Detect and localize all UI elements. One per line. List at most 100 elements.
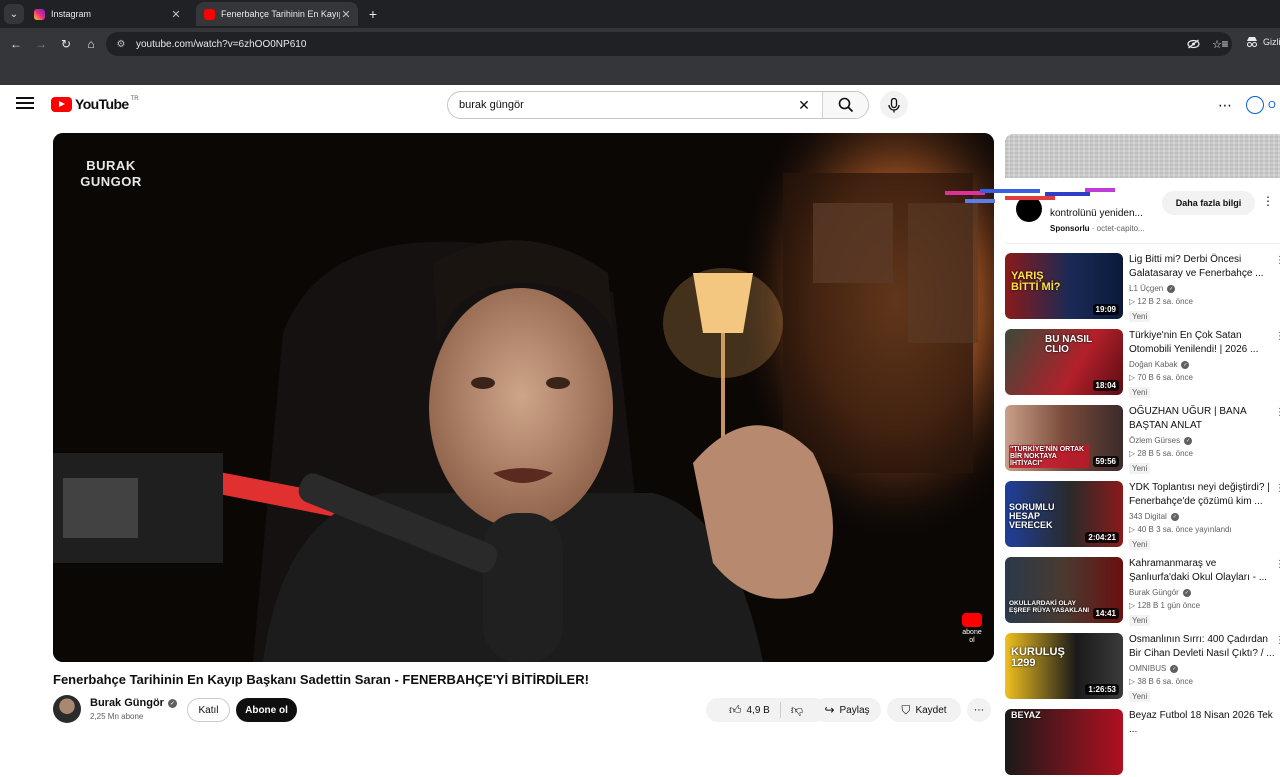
ad-banner-image[interactable] bbox=[1005, 134, 1280, 178]
search-button[interactable] bbox=[822, 92, 868, 118]
video-info: Kahramanmaraş ve Şanlıurfa'daki Okul Ola… bbox=[1129, 557, 1275, 628]
browser-toolbar: ← → ↻ ⌂ ⚙ youtube.com/watch?v=6zhOO0NP61… bbox=[0, 28, 1280, 60]
like-dislike-group: 👍︎ 4,9 B 👎︎ bbox=[706, 698, 826, 722]
video-thumbnail[interactable]: KURULUŞ 1299 1:26:53 bbox=[1005, 633, 1123, 699]
save-button[interactable]: ⛉ Kaydet bbox=[887, 698, 961, 722]
new-badge: Yeni bbox=[1129, 691, 1151, 702]
verified-check-icon: ✓ bbox=[1170, 664, 1179, 673]
video-title[interactable]: Lig Bitti mi? Derbi Öncesi Galatasaray v… bbox=[1129, 253, 1275, 281]
thumbnail-text: "TÜRKİYE'NİN ORTAK BİR NOKTAYA İHTİYACI" bbox=[1009, 445, 1089, 468]
video-player[interactable]: BURAK GUNGOR abone ol bbox=[53, 133, 994, 662]
channel-name[interactable]: L1 Üçgen bbox=[1129, 284, 1163, 293]
video-title[interactable]: Türkiye'nin En Çok Satan Otomobili Yenil… bbox=[1129, 329, 1275, 357]
video-thumbnail[interactable]: BU NASIL CLIO 18:04 bbox=[1005, 329, 1123, 395]
video-title[interactable]: YDK Toplantısı neyi değiştirdi? | Fenerb… bbox=[1129, 481, 1275, 509]
recommendation-item[interactable]: OKULLARDAKİ OLAY EŞREF RÜYA YASAKLANI 14… bbox=[1005, 557, 1280, 628]
video-meta: ▷ 70 B 6 sa. önce bbox=[1129, 373, 1275, 382]
video-thumbnail[interactable]: "TÜRKİYE'NİN ORTAK BİR NOKTAYA İHTİYACI"… bbox=[1005, 405, 1123, 471]
sponsored-label: Sponsorlu bbox=[1050, 224, 1090, 233]
site-info-icon[interactable]: ⚙ bbox=[114, 37, 128, 51]
close-tab-icon[interactable]: ✕ bbox=[340, 8, 352, 21]
recommendation-item[interactable]: "TÜRKİYE'NİN ORTAK BİR NOKTAYA İHTİYACI"… bbox=[1005, 405, 1280, 476]
channel-avatar[interactable] bbox=[53, 695, 81, 723]
search-input[interactable]: burak güngör bbox=[459, 99, 792, 111]
sign-in-button[interactable]: O bbox=[1246, 93, 1280, 117]
channel-line: Özlem Gürses ✓ bbox=[1129, 436, 1275, 445]
subscribe-watermark-button[interactable]: abone ol bbox=[959, 613, 985, 645]
duration-badge: 1:26:53 bbox=[1085, 684, 1119, 695]
clear-search-icon[interactable]: ✕ bbox=[792, 97, 816, 114]
share-button[interactable]: ↪ Paylaş bbox=[813, 698, 881, 722]
ad-more-info-button[interactable]: Daha fazla bilgi bbox=[1162, 191, 1255, 215]
reload-icon[interactable]: ↻ bbox=[57, 35, 75, 53]
new-badge: Yeni bbox=[1129, 539, 1151, 550]
thumbnail-text: BEYAZ bbox=[1011, 710, 1041, 720]
video-info: YDK Toplantısı neyi değiştirdi? | Fenerb… bbox=[1129, 481, 1275, 552]
video-info: OĞUZHAN UĞUR | BANA BAŞTAN ANLAT Özlem G… bbox=[1129, 405, 1275, 476]
video-title[interactable]: Osmanlının Sırrı: 400 Çadırdan Bir Cihan… bbox=[1129, 633, 1275, 661]
home-icon[interactable]: ⌂ bbox=[82, 35, 100, 53]
verified-check-icon: ✓ bbox=[1184, 436, 1193, 445]
channel-name[interactable]: Özlem Gürses bbox=[1129, 436, 1180, 445]
close-tab-icon[interactable]: ✕ bbox=[170, 8, 182, 21]
recommendation-item[interactable]: BU NASIL CLIO 18:04 Türkiye'nin En Çok S… bbox=[1005, 329, 1280, 398]
youtube-logo[interactable]: YouTube TR bbox=[51, 96, 139, 112]
item-menu-icon[interactable]: ⋮ bbox=[1275, 559, 1280, 570]
new-badge: Yeni bbox=[1129, 463, 1151, 474]
video-thumbnail[interactable]: BEYAZ bbox=[1005, 709, 1123, 775]
incognito-indicator[interactable]: Gizli bbox=[1245, 35, 1280, 49]
video-thumbnail[interactable]: SORUMLU HESAP VERECEK 2:04:21 bbox=[1005, 481, 1123, 547]
recommendation-item[interactable]: YARIŞ BİTTİ Mİ? 19:09 Lig Bitti mi? Derb… bbox=[1005, 253, 1280, 322]
item-menu-icon[interactable]: ⋮ bbox=[1275, 483, 1280, 494]
ad-menu-icon[interactable]: ⋮ bbox=[1262, 194, 1274, 208]
channel-line: 343 Digital ✓ bbox=[1129, 512, 1275, 521]
recommendation-item[interactable]: KURULUŞ 1299 1:26:53 Osmanlının Sırrı: 4… bbox=[1005, 633, 1280, 702]
browser-tab-instagram[interactable]: Instagram ✕ bbox=[26, 2, 188, 26]
recommendation-item[interactable]: SORUMLU HESAP VERECEK 2:04:21 YDK Toplan… bbox=[1005, 481, 1280, 552]
url-text[interactable]: youtube.com/watch?v=6zhOO0NP610 bbox=[136, 39, 1184, 50]
video-title[interactable]: Kahramanmaraş ve Şanlıurfa'daki Okul Ola… bbox=[1129, 557, 1275, 585]
channel-name[interactable]: Burak Güngör bbox=[1129, 588, 1179, 597]
upload-age: 6 sa. önce bbox=[1156, 373, 1194, 382]
upload-age: 1 gün önce bbox=[1160, 601, 1201, 610]
video-thumbnail[interactable]: OKULLARDAKİ OLAY EŞREF RÜYA YASAKLANI 14… bbox=[1005, 557, 1123, 623]
ad-text: kontrolünü yeniden... bbox=[1050, 208, 1143, 219]
address-bar[interactable]: ⚙ youtube.com/watch?v=6zhOO0NP610 ☆ bbox=[106, 32, 1232, 56]
back-arrow-icon[interactable]: ← bbox=[7, 35, 25, 53]
tab-search-chevron-icon[interactable]: ⌄ bbox=[4, 4, 24, 24]
item-menu-icon[interactable]: ⋮ bbox=[1275, 635, 1280, 646]
voice-search-button[interactable] bbox=[880, 91, 908, 119]
channel-name[interactable]: OMNIBUS bbox=[1129, 664, 1166, 673]
more-actions-button[interactable]: ⋯ bbox=[967, 698, 991, 722]
hamburger-menu-icon[interactable] bbox=[16, 97, 34, 111]
recommendation-item[interactable]: BEYAZ Beyaz Futbol 18 Nisan 2026 Tek ... bbox=[1005, 709, 1280, 777]
thumbnail-text: BU NASIL CLIO bbox=[1045, 334, 1093, 355]
settings-more-icon[interactable]: ⋯ bbox=[1216, 95, 1234, 115]
item-menu-icon[interactable]: ⋮ bbox=[1275, 407, 1280, 418]
like-button[interactable]: 👍︎ 4,9 B bbox=[719, 698, 780, 722]
bookmark-bar bbox=[0, 60, 1280, 85]
youtube-favicon-icon bbox=[204, 8, 215, 20]
item-menu-icon[interactable]: ⋮ bbox=[1275, 255, 1280, 266]
duration-badge: 18:04 bbox=[1092, 380, 1119, 391]
item-menu-icon[interactable]: ⋮ bbox=[1275, 331, 1280, 342]
upload-age: 5 sa. önce bbox=[1156, 449, 1194, 458]
view-count: 28 B bbox=[1137, 449, 1154, 458]
join-button[interactable]: Katıl bbox=[187, 698, 230, 722]
video-meta: ▷ 38 B 6 sa. önce bbox=[1129, 677, 1275, 686]
video-title[interactable]: OĞUZHAN UĞUR | BANA BAŞTAN ANLAT bbox=[1129, 405, 1275, 433]
channel-name-link[interactable]: Burak Güngör ✓ bbox=[90, 697, 177, 709]
video-thumbnail[interactable]: YARIŞ BİTTİ Mİ? 19:09 bbox=[1005, 253, 1123, 319]
channel-row: Burak Güngör ✓ 2,25 Mn abone Katıl Abone… bbox=[53, 695, 994, 725]
channel-name[interactable]: 343 Digital bbox=[1129, 512, 1167, 521]
browser-tab-youtube[interactable]: Fenerbahçe Tarihinin En Kayıp B ✕ bbox=[196, 2, 358, 26]
reading-list-icon[interactable]: ≡ bbox=[1216, 35, 1234, 53]
eye-off-icon[interactable] bbox=[1184, 35, 1202, 53]
new-tab-plus-icon[interactable]: + bbox=[364, 5, 382, 23]
subscribe-button[interactable]: Abone ol bbox=[236, 698, 297, 722]
video-title[interactable]: Beyaz Futbol 18 Nisan 2026 Tek ... bbox=[1129, 709, 1275, 737]
forward-arrow-icon[interactable]: → bbox=[32, 35, 50, 53]
search-box[interactable]: burak güngör ✕ bbox=[447, 91, 869, 119]
dislike-button[interactable]: 👎︎ bbox=[781, 698, 813, 722]
channel-name[interactable]: Doğan Kabak bbox=[1129, 360, 1177, 369]
